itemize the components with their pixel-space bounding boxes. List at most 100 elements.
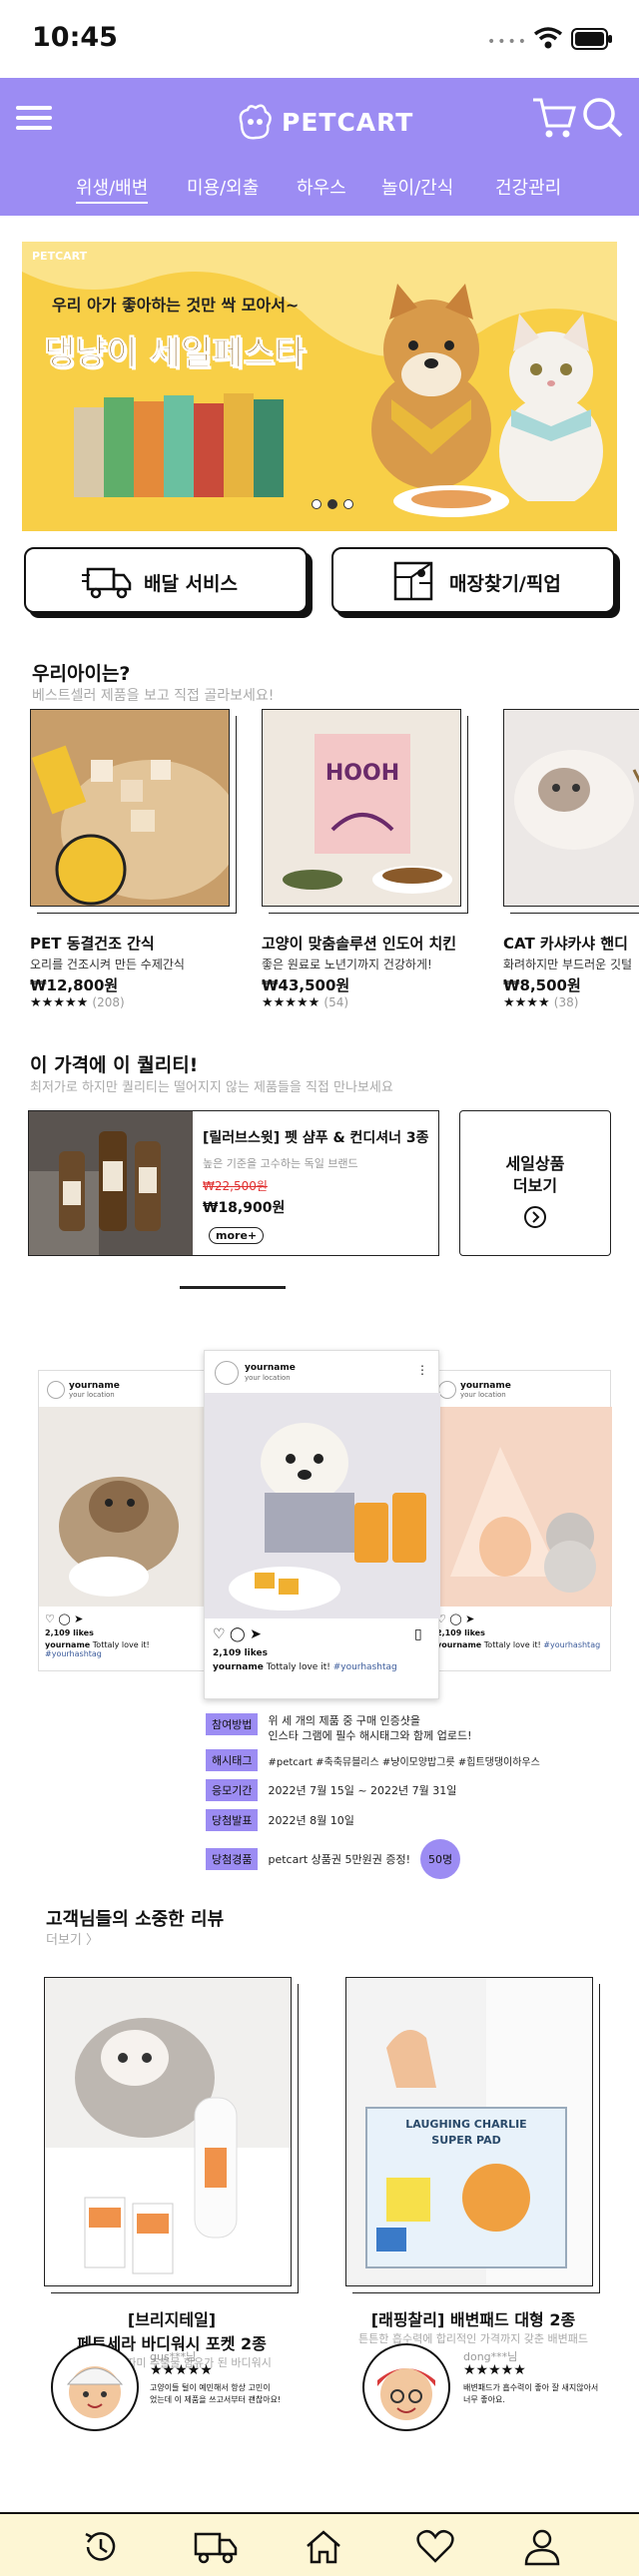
banner-pagination[interactable] bbox=[312, 499, 353, 509]
ig-actions: ♡ ◯ ➤ bbox=[436, 1612, 475, 1625]
nav-item-hygiene[interactable]: 위생/배변 bbox=[76, 174, 149, 204]
review-product-name: [래핑찰리] 배변패드 대형 2종 bbox=[370, 2310, 576, 2329]
product-card[interactable]: HOOH 고양이 맞춤솔루션 인도어 치킨 좋은 원료로 노년기까지 건강하게!… bbox=[262, 709, 471, 1010]
home-icon[interactable] bbox=[304, 2528, 343, 2566]
menu-icon[interactable] bbox=[16, 100, 52, 136]
quality-old-price: ₩22,500원 bbox=[203, 1179, 268, 1193]
review-card[interactable]: LAUGHING CHARLIE SUPER PAD [래핑찰리] 배변패드 대형… bbox=[345, 1977, 601, 2346]
delivery-truck-icon[interactable] bbox=[192, 2528, 238, 2566]
event-label: 응모기간 bbox=[206, 1779, 259, 1801]
event-label: 당첨경품 bbox=[206, 1848, 259, 1870]
product-name: CAT 카샤카샤 핸디 bbox=[503, 935, 628, 953]
rating-count: (38) bbox=[553, 995, 579, 1009]
heart-icon[interactable] bbox=[415, 2528, 455, 2564]
rating-stars: ★★★★ bbox=[503, 995, 550, 1010]
ig-username: yourname bbox=[460, 1381, 511, 1391]
ig-likes: 2,109 likes bbox=[436, 1628, 485, 1637]
rating-stars: ★★★★★ bbox=[262, 995, 320, 1010]
reviewer-text: 배변패드가 흡수력이 좋아 잘 새지않아서 너무 좋아요. bbox=[463, 2383, 599, 2404]
food-bowl-image bbox=[393, 485, 509, 517]
logo[interactable]: PETCART bbox=[234, 102, 413, 142]
banner-products bbox=[74, 387, 284, 507]
product-desc: 오리를 건조시켜 만든 수제간식 bbox=[30, 958, 185, 971]
bottom-tab-bar bbox=[0, 2512, 639, 2576]
product-image-cat-toy bbox=[503, 709, 639, 907]
product-card[interactable]: PET 동결건조 간식 오리를 건조시켜 만든 수제간식 ₩12,800원 ★★… bbox=[30, 709, 240, 1010]
review-image-pee-pad: LAUGHING CHARLIE SUPER PAD bbox=[345, 1977, 593, 2286]
ig-caption-user: yourname bbox=[213, 1662, 264, 1672]
product-price: ₩12,800원 bbox=[30, 976, 119, 994]
event-row: 당첨경품 petcart 상품권 5만원권 증정! 50명 bbox=[206, 1839, 625, 1879]
nav-item-house[interactable]: 하우스 bbox=[297, 174, 346, 200]
store-pickup-label: 매장찾기/픽업 bbox=[449, 573, 561, 595]
event-label: 참여방법 bbox=[206, 1713, 259, 1735]
ig-location: your location bbox=[245, 1374, 291, 1382]
store-pickup-button[interactable]: 매장찾기/픽업 bbox=[331, 547, 615, 613]
review-card[interactable]: [브리지테일] 페토세라 바디워시 포켓 2종 캣닢과 아마따미 추출물 함유가… bbox=[44, 1977, 300, 2370]
recommend-subtitle: 베스트셀러 제품을 보고 직접 골라보세요! bbox=[32, 688, 275, 704]
ig-photo-dog-treats bbox=[205, 1393, 440, 1618]
shampoo-image bbox=[29, 1111, 193, 1255]
sale-more-button[interactable]: 세일상품 더보기 bbox=[459, 1110, 611, 1256]
instagram-post-card[interactable]: yourname your location ⋮ ♡ ◯ ➤ ▯ 2,109 l… bbox=[204, 1350, 440, 1699]
nav-item-health[interactable]: 건강관리 bbox=[495, 174, 561, 200]
quality-product-card[interactable]: [릴러브스윗] 펫 샴푸 & 컨디셔너 3종 높은 기준을 고수하는 독일 브랜… bbox=[28, 1110, 439, 1256]
nav-item-play[interactable]: 놀이/간식 bbox=[381, 174, 453, 200]
ig-avatar bbox=[215, 1361, 239, 1385]
event-row: 응모기간 2022년 7월 15일 ~ 2022년 7월 31일 bbox=[206, 1779, 625, 1801]
reviewer-avatar bbox=[362, 2343, 450, 2431]
banner-title: 댕냥이 세일페스타 bbox=[43, 333, 307, 374]
ig-more-icon[interactable]: ⋮ bbox=[416, 1363, 428, 1377]
svg-text:HOOH: HOOH bbox=[325, 761, 399, 786]
product-image-freeze-dried bbox=[30, 709, 230, 907]
paw-logo-icon bbox=[239, 104, 272, 140]
ig-likes: 2,109 likes bbox=[45, 1628, 94, 1637]
reviewer-text: 고양이들 털이 예민해서 항상 고민이 었는데 이 제품을 쓰고서부터 괜찮아요… bbox=[150, 2383, 282, 2404]
reviews-more-link[interactable]: 더보기 〉 bbox=[46, 1929, 99, 1948]
battery-icon bbox=[571, 28, 612, 50]
instagram-post-card[interactable]: yourname your location ♡ ◯ ➤ 2,109 likes… bbox=[38, 1370, 209, 1671]
rating-stars: ★★★★★ bbox=[30, 995, 89, 1010]
quality-product-name: [릴러브스윗] 펫 샴푸 & 컨디셔너 3종 bbox=[203, 1130, 429, 1146]
rating-count: (54) bbox=[323, 995, 349, 1009]
ig-caption-user: yourname bbox=[45, 1640, 91, 1649]
white-cat-image bbox=[499, 314, 603, 501]
product-rating: ★★★★ (38) bbox=[503, 995, 639, 1010]
event-text: 2022년 8월 10일 bbox=[268, 1814, 354, 1827]
product-price: ₩43,500원 bbox=[262, 976, 350, 994]
delivery-button[interactable]: 배달 서비스 bbox=[24, 547, 308, 613]
event-row: 당첨발표 2022년 8월 10일 bbox=[206, 1809, 625, 1831]
product-card[interactable]: CAT 카샤카샤 핸디 화려하지만 부드러운 깃털 ₩8,500원 ★★★★ (… bbox=[503, 709, 639, 1010]
app-header: PETCART 위생/배변 미용/외출 하우스 놀이/간식 건강관리 bbox=[0, 78, 639, 216]
ig-actions: ♡ ◯ ➤ bbox=[213, 1626, 262, 1642]
search-icon[interactable] bbox=[581, 96, 625, 140]
reviewer-snippet: gus***님 ★★★★★ 고양이들 털이 예민해서 항상 고민이 었는데 이 … bbox=[50, 2342, 300, 2432]
logo-text: PETCART bbox=[282, 107, 414, 137]
ig-caption: yourname Tottaly love it! #yourhashtag bbox=[45, 1640, 207, 1658]
product-rating: ★★★★★ (208) bbox=[30, 995, 240, 1010]
event-text: 위 세 개의 제품 중 구매 인증샷을 인스타 그램에 필수 해시태그와 함께 … bbox=[268, 1714, 472, 1742]
promo-banner[interactable]: PETCART 우리 아가 좋아하는 것만 싹 모아서~ 댕냥이 세일페스타 bbox=[22, 242, 617, 531]
instagram-post-card[interactable]: yourname your location ♡ ◯ ➤ 2,109 likes… bbox=[429, 1370, 612, 1671]
user-profile-icon[interactable] bbox=[523, 2528, 561, 2566]
quality-price: ₩18,900원 bbox=[203, 1200, 286, 1216]
ig-location: your location bbox=[460, 1391, 506, 1399]
quality-subtitle: 최저가로 하지만 퀄리티는 떨어지지 않는 제품들을 직접 만나보세요 bbox=[30, 1080, 393, 1095]
reviewer-avatar bbox=[51, 2343, 139, 2431]
reviewer-stars: ★★★★★ bbox=[463, 2362, 526, 2378]
reviews-title: 고객님들의 소중한 리뷰 bbox=[46, 1909, 225, 1930]
product-rating: ★★★★★ (54) bbox=[262, 995, 471, 1010]
ig-caption-text: Tottaly love it! bbox=[266, 1662, 330, 1672]
ig-bookmark-icon[interactable]: ▯ bbox=[414, 1626, 422, 1642]
prize-count-badge: 50명 bbox=[420, 1839, 461, 1879]
delivery-truck-icon bbox=[82, 567, 132, 599]
ig-caption-text: Tottaly love it! bbox=[483, 1640, 541, 1649]
event-info: 참여방법 위 세 개의 제품 중 구매 인증샷을 인스타 그램에 필수 해시태그… bbox=[206, 1713, 625, 1879]
product-image-cat-food: HOOH bbox=[262, 709, 461, 907]
history-clock-icon[interactable] bbox=[82, 2528, 120, 2566]
shiba-dog-image bbox=[371, 284, 491, 489]
cart-icon[interactable] bbox=[531, 96, 577, 140]
quality-more-button[interactable]: more+ bbox=[209, 1227, 265, 1244]
sale-more-label: 세일상품 더보기 bbox=[505, 1154, 565, 1195]
nav-item-grooming[interactable]: 미용/외출 bbox=[187, 174, 259, 200]
